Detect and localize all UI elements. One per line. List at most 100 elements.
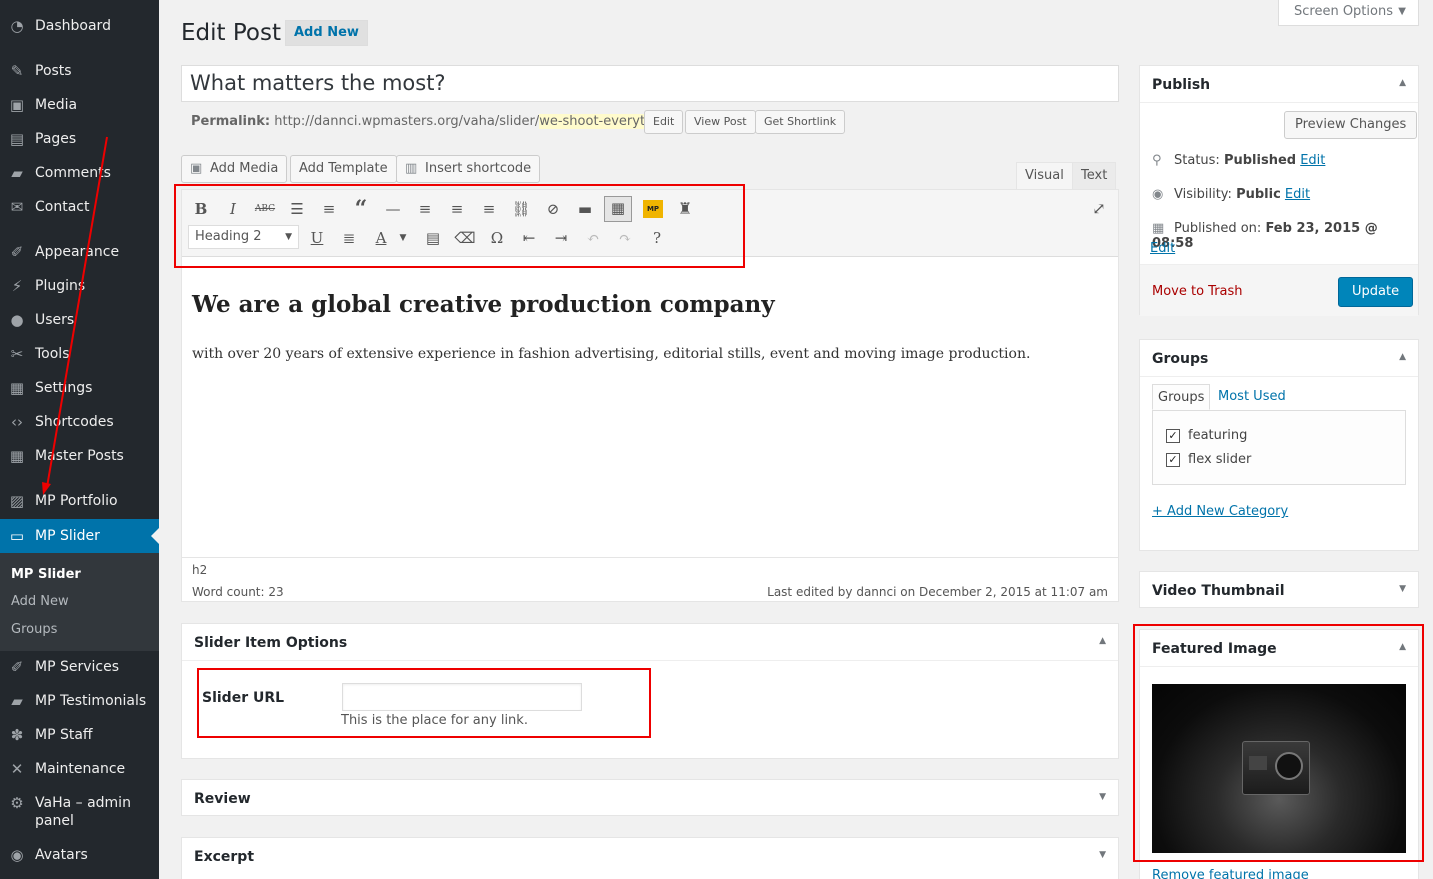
caret-down-icon[interactable]: ▼ [392, 227, 414, 249]
submenu-item-groups[interactable]: Groups [11, 622, 57, 637]
justify-icon[interactable]: ≣ [338, 227, 360, 249]
view-post-button[interactable]: View Post [685, 110, 756, 134]
submenu-item-add-new[interactable]: Add New [11, 594, 69, 609]
add-template-button[interactable]: Add Template [290, 155, 397, 183]
permalink-edit-button[interactable]: Edit [644, 110, 684, 134]
mp-shortcode-icon[interactable]: MP [643, 200, 663, 218]
featured-image-title[interactable]: Featured Image [1152, 641, 1277, 657]
insert-shortcode-button[interactable]: ▥ Insert shortcode [396, 155, 541, 183]
special-char-icon[interactable]: Ω [486, 227, 508, 249]
element-path[interactable]: h2 [192, 563, 207, 577]
preview-changes-button[interactable]: Preview Changes [1284, 111, 1418, 139]
expand-arrow-icon[interactable]: ▼ [1399, 584, 1406, 594]
user-icon: ● [10, 311, 24, 329]
paste-text-icon[interactable]: ▤ [422, 227, 444, 249]
video-thumbnail-title[interactable]: Video Thumbnail [1152, 583, 1285, 599]
add-media-button[interactable]: ▣ Add Media [181, 155, 288, 183]
publish-title[interactable]: Publish [1152, 77, 1210, 93]
menu-label: Plugins [35, 278, 86, 294]
visibility-edit-link[interactable]: Edit [1285, 187, 1310, 202]
menu-mp-services[interactable]: ✐ MP Services [0, 650, 159, 684]
indent-icon[interactable]: ⇥ [550, 227, 572, 249]
wrench-icon: ✂ [10, 345, 24, 363]
menu-maintenance[interactable]: ✕ Maintenance [0, 752, 159, 786]
box-divider [1140, 666, 1418, 667]
update-button[interactable]: Update [1338, 277, 1414, 307]
numbered-list-icon[interactable]: ≡ [318, 198, 340, 220]
tab-all-groups[interactable]: Groups [1152, 384, 1211, 410]
menu-appearance[interactable]: ✐ Appearance [0, 235, 159, 269]
collapse-arrow-icon[interactable]: ▲ [1099, 636, 1106, 646]
undo-icon[interactable]: ↶ [582, 227, 604, 249]
add-new-category-link[interactable]: + Add New Category [1152, 504, 1288, 519]
menu-dashboard[interactable]: ◔ Dashboard [0, 9, 159, 43]
menu-pages[interactable]: ▤ Pages [0, 122, 159, 156]
remove-featured-image-link[interactable]: Remove featured image [1152, 868, 1309, 879]
checkbox-flex-slider[interactable]: ✓ [1166, 453, 1180, 467]
move-to-trash-link[interactable]: Move to Trash [1152, 284, 1243, 299]
strikethrough-icon[interactable]: ABC [254, 198, 276, 220]
collapse-arrow-icon[interactable]: ▲ [1399, 78, 1406, 88]
menu-tools[interactable]: ✂ Tools [0, 337, 159, 371]
menu-comments[interactable]: ▰ Comments [0, 156, 159, 190]
align-left-icon[interactable]: ≡ [414, 198, 436, 220]
menu-mp-portfolio[interactable]: ▨ MP Portfolio [0, 484, 159, 518]
menu-vaha-admin[interactable]: ⚙ VaHa – admin panel [0, 786, 159, 834]
editor-content[interactable]: We are a global creative production comp… [182, 257, 1118, 557]
spy-icon[interactable]: ♜ [674, 198, 696, 220]
groups-title[interactable]: Groups [1152, 351, 1208, 367]
menu-users[interactable]: ● Users [0, 303, 159, 337]
menu-master-posts[interactable]: ▦ Master Posts [0, 439, 159, 473]
clear-format-icon[interactable]: ⌫ [454, 227, 476, 249]
visibility-value: Public [1236, 187, 1281, 202]
read-more-icon[interactable]: ▬ [574, 198, 596, 220]
outdent-icon[interactable]: ⇤ [518, 227, 540, 249]
collapse-arrow-icon[interactable]: ▲ [1399, 642, 1406, 652]
menu-contact[interactable]: ✉ Contact [0, 190, 159, 224]
featured-image-thumbnail[interactable] [1152, 684, 1406, 853]
checkbox-featuring[interactable]: ✓ [1166, 429, 1180, 443]
align-right-icon[interactable]: ≡ [478, 198, 500, 220]
help-icon[interactable]: ? [646, 227, 668, 249]
link-icon[interactable]: ⛓ [510, 198, 532, 220]
menu-mp-testimonials[interactable]: ▰ MP Testimonials [0, 684, 159, 718]
bold-icon[interactable]: B [190, 198, 212, 220]
tab-visual[interactable]: Visual [1016, 162, 1073, 190]
post-title-input[interactable]: What matters the most? [181, 65, 1119, 102]
screen-options-button[interactable]: Screen Options ▼ [1278, 0, 1419, 26]
status-edit-link[interactable]: Edit [1300, 153, 1325, 168]
collapse-arrow-icon[interactable]: ▲ [1399, 352, 1406, 362]
text-color-icon[interactable]: A [370, 227, 392, 249]
menu-mp-staff[interactable]: ✽ MP Staff [0, 718, 159, 752]
tab-most-used[interactable]: Most Used [1213, 384, 1291, 410]
slider-url-input[interactable] [342, 683, 582, 711]
submenu-item-mp-slider[interactable]: MP Slider [11, 567, 81, 582]
menu-posts[interactable]: ✎ Posts [0, 54, 159, 88]
menu-media[interactable]: ▣ Media [0, 88, 159, 122]
underline-icon[interactable]: U [306, 227, 328, 249]
blockquote-icon[interactable]: “ [350, 198, 372, 220]
published-edit-link[interactable]: Edit [1150, 241, 1175, 256]
excerpt-title[interactable]: Excerpt [194, 849, 254, 865]
expand-arrow-icon[interactable]: ▼ [1099, 850, 1106, 860]
menu-settings[interactable]: ▦ Settings [0, 371, 159, 405]
redo-icon[interactable]: ↷ [614, 227, 636, 249]
format-select[interactable]: Heading 2 ▼ [188, 225, 299, 249]
review-title[interactable]: Review [194, 791, 251, 807]
horizontal-rule-icon[interactable]: — [382, 198, 404, 220]
toolbar-toggle-icon[interactable]: ▦ [604, 196, 632, 222]
tab-text[interactable]: Text [1072, 162, 1117, 190]
menu-avatars[interactable]: ◉ Avatars [0, 838, 159, 872]
unlink-icon[interactable]: ⊘ [542, 198, 564, 220]
add-new-button[interactable]: Add New [285, 20, 368, 46]
slider-options-title[interactable]: Slider Item Options [194, 635, 347, 651]
bullet-list-icon[interactable]: ☰ [286, 198, 308, 220]
menu-mp-slider[interactable]: ▭ MP Slider [0, 519, 159, 553]
align-center-icon[interactable]: ≡ [446, 198, 468, 220]
menu-plugins[interactable]: ⚡ Plugins [0, 269, 159, 303]
fullscreen-icon[interactable]: ⤢ [1088, 198, 1110, 220]
menu-shortcodes[interactable]: ‹› Shortcodes [0, 405, 159, 439]
italic-icon[interactable]: I [222, 198, 244, 220]
expand-arrow-icon[interactable]: ▼ [1099, 792, 1106, 802]
get-shortlink-button[interactable]: Get Shortlink [755, 110, 846, 134]
